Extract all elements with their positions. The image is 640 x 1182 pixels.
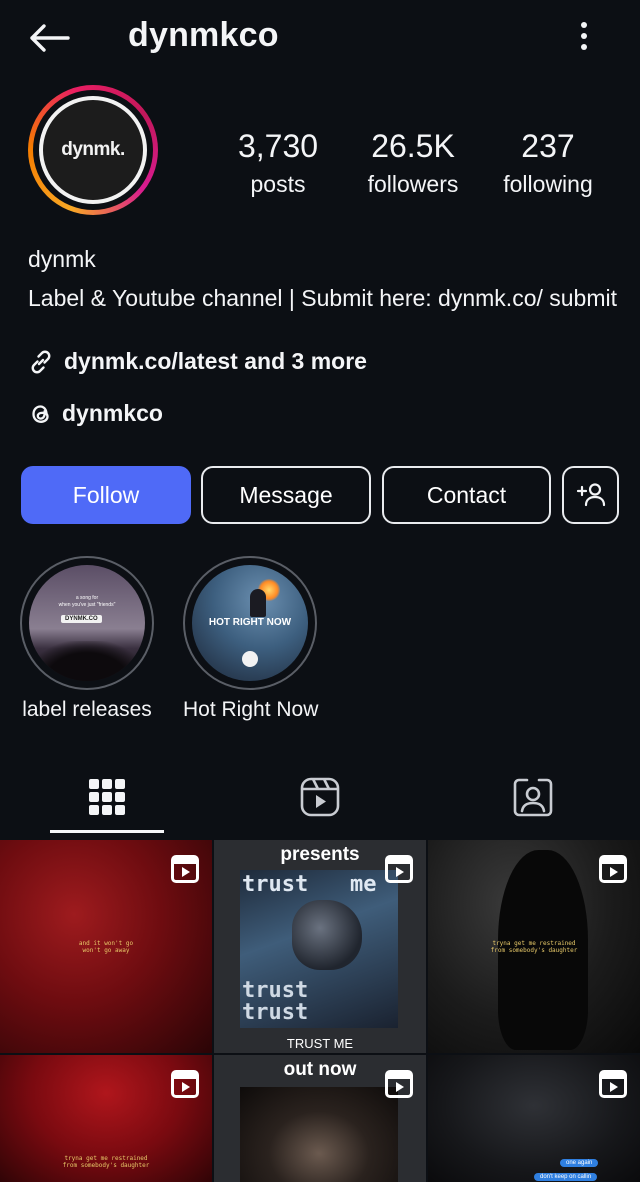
tab-reels[interactable] [290,772,350,822]
top-bar: dynmkco [0,0,640,76]
tagged-icon [513,778,553,817]
more-vertical-icon [581,22,587,50]
highlight-hot-right-now[interactable]: HOT RIGHT NOW Hot Right Now [183,556,319,722]
chat-bubble: one again [560,1159,599,1167]
bio-link-text: dynmk.co/latest and 3 more [64,348,367,374]
artwork-repeat-2: trust [242,1000,309,1025]
stat-followers[interactable]: 26.5K followers [356,128,470,198]
tab-tagged[interactable] [503,772,563,822]
reel-badge-icon [385,855,413,883]
highlight-tag: DYNMK.CO [61,615,102,623]
link-icon [31,350,51,373]
back-button[interactable] [28,20,72,56]
post-bottom-text: TRUST ME [286,1036,354,1051]
post-tile[interactable]: tryna get me restrained from somebody's … [0,1055,212,1182]
artwork-figure [292,900,362,970]
highlight-caption: a song for [75,595,99,601]
post-caption: tryna get me restrained from somebody's … [490,940,578,954]
highlight-badge [242,651,258,667]
artwork-word-2: me [350,872,377,897]
grid-icon [89,779,125,815]
highlight-cover: a song for when you've just "friends" DY… [29,565,145,681]
highlight-label: Hot Right Now [183,698,319,721]
avatar-logo-text: dynmk. [61,139,125,160]
highlight-label-releases[interactable]: a song for when you've just "friends" DY… [20,556,154,722]
highlight-ring: a song for when you've just "friends" DY… [20,556,154,690]
post-artwork [240,1087,398,1182]
posts-grid: and it won't go won't go away presents t… [0,840,640,1182]
stat-value: 3,730 [237,128,319,164]
reel-badge-icon [385,1070,413,1098]
post-caption: tryna get me restrained from somebody's … [62,1155,150,1169]
highlight-title: HOT RIGHT NOW [208,617,292,628]
post-tile[interactable]: one again don't keep on callin [428,1055,640,1182]
reels-icon [300,777,340,817]
stat-value: 237 [521,128,575,164]
highlight-ring: HOT RIGHT NOW [183,556,317,690]
bio-description: Label & Youtube channel | Submit here: d… [28,285,618,311]
suggested-users-button[interactable] [562,466,619,524]
post-artwork: trust me trust trust [240,870,398,1028]
stat-posts[interactable]: 3,730 posts [226,128,330,198]
highlight-cover: HOT RIGHT NOW [192,565,308,681]
post-tile[interactable]: and it won't go won't go away [0,840,212,1053]
highlight-shadow [29,641,145,681]
stat-label: posts [250,171,306,197]
post-caption: and it won't go won't go away [78,940,134,954]
bio-link[interactable]: dynmk.co/latest and 3 more [28,348,367,375]
stat-following[interactable]: 237 following [492,128,604,198]
reel-badge-icon [171,855,199,883]
post-tile[interactable]: presents trust me trust trust TRUST ME [214,840,426,1053]
stat-value: 26.5K [371,128,455,164]
back-arrow-icon [30,24,70,52]
follow-button[interactable]: Follow [21,466,191,524]
bio-display-name: dynmk [28,246,96,272]
stat-label: following [503,171,593,197]
chat-bubble: don't keep on callin [534,1173,598,1181]
reel-badge-icon [171,1070,199,1098]
post-tile[interactable]: tryna get me restrained from somebody's … [428,840,640,1053]
add-user-icon [576,483,605,507]
message-button[interactable]: Message [201,466,371,524]
tab-posts-grid[interactable] [77,772,137,822]
threads-badge[interactable]: dynmkco [28,400,163,427]
active-tab-indicator [50,830,164,833]
stat-label: followers [367,171,459,197]
contact-button[interactable]: Contact [382,466,551,524]
threads-username: dynmkco [62,400,163,426]
profile-username: dynmkco [128,16,279,54]
reel-badge-icon [599,1070,627,1098]
threads-icon [32,404,49,423]
figure-graphic [250,589,266,617]
highlight-caption-sub: when you've just "friends" [58,602,116,608]
artwork-word: trust [242,872,309,897]
highlight-label: label releases [22,698,152,721]
story-ring: dynmk. [28,85,158,215]
reel-badge-icon [599,855,627,883]
content-tabs [0,760,640,836]
avatar: dynmk. [39,96,147,204]
more-options-button[interactable] [570,18,598,54]
post-tile[interactable]: out now [214,1055,426,1182]
profile-avatar[interactable]: dynmk. [28,85,186,217]
